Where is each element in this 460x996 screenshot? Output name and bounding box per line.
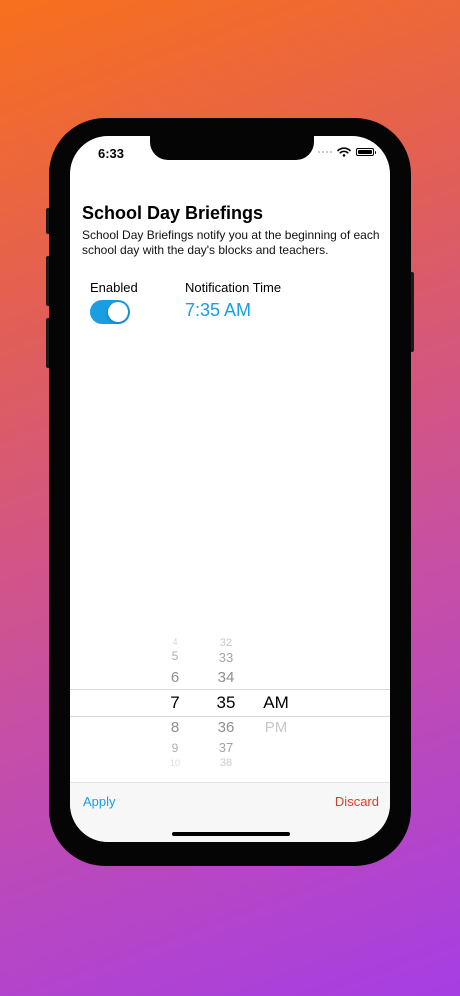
notification-time-value[interactable]: 7:35 AM xyxy=(185,300,251,321)
minute-option[interactable]: 36 xyxy=(204,719,248,736)
enabled-toggle[interactable] xyxy=(90,300,130,324)
page-title: School Day Briefings xyxy=(82,203,264,223)
page-description: School Day Briefings notify you at the b… xyxy=(82,228,380,257)
enabled-label: Enabled xyxy=(90,280,138,295)
home-indicator[interactable] xyxy=(172,832,290,836)
period-option[interactable]: PM xyxy=(254,719,298,736)
minute-option[interactable]: 33 xyxy=(204,650,248,665)
discard-button[interactable]: Discard xyxy=(335,794,379,809)
hour-option[interactable]: 8 xyxy=(153,719,197,736)
wifi-icon xyxy=(337,147,351,157)
minute-option[interactable]: 32 xyxy=(204,637,248,649)
time-picker[interactable]: 4 5 6 7 8 9 10 32 33 34 35 36 37 38 AM P… xyxy=(70,636,390,772)
minute-option[interactable]: 37 xyxy=(204,740,248,755)
apply-button[interactable]: Apply xyxy=(83,794,116,809)
app-screen: 6:33 School Day Briefings School Day Bri… xyxy=(70,136,390,842)
status-icons xyxy=(318,147,376,157)
hour-option[interactable]: 5 xyxy=(153,649,197,663)
hour-option[interactable]: 10 xyxy=(153,758,197,768)
status-time: 6:33 xyxy=(98,146,125,161)
notch xyxy=(150,136,314,160)
hour-option[interactable]: 9 xyxy=(153,741,197,755)
minute-option-selected[interactable]: 35 xyxy=(204,693,248,713)
toggle-knob xyxy=(108,302,128,322)
hour-option[interactable]: 6 xyxy=(153,669,197,686)
hour-option[interactable]: 4 xyxy=(153,637,197,647)
notification-time-label: Notification Time xyxy=(185,280,282,295)
hour-option-selected[interactable]: 7 xyxy=(153,693,197,713)
period-option-selected[interactable]: AM xyxy=(254,693,298,713)
battery-icon xyxy=(356,148,376,156)
minute-option[interactable]: 38 xyxy=(204,757,248,769)
cellular-signal-icon xyxy=(318,151,332,153)
minute-option[interactable]: 34 xyxy=(204,669,248,686)
